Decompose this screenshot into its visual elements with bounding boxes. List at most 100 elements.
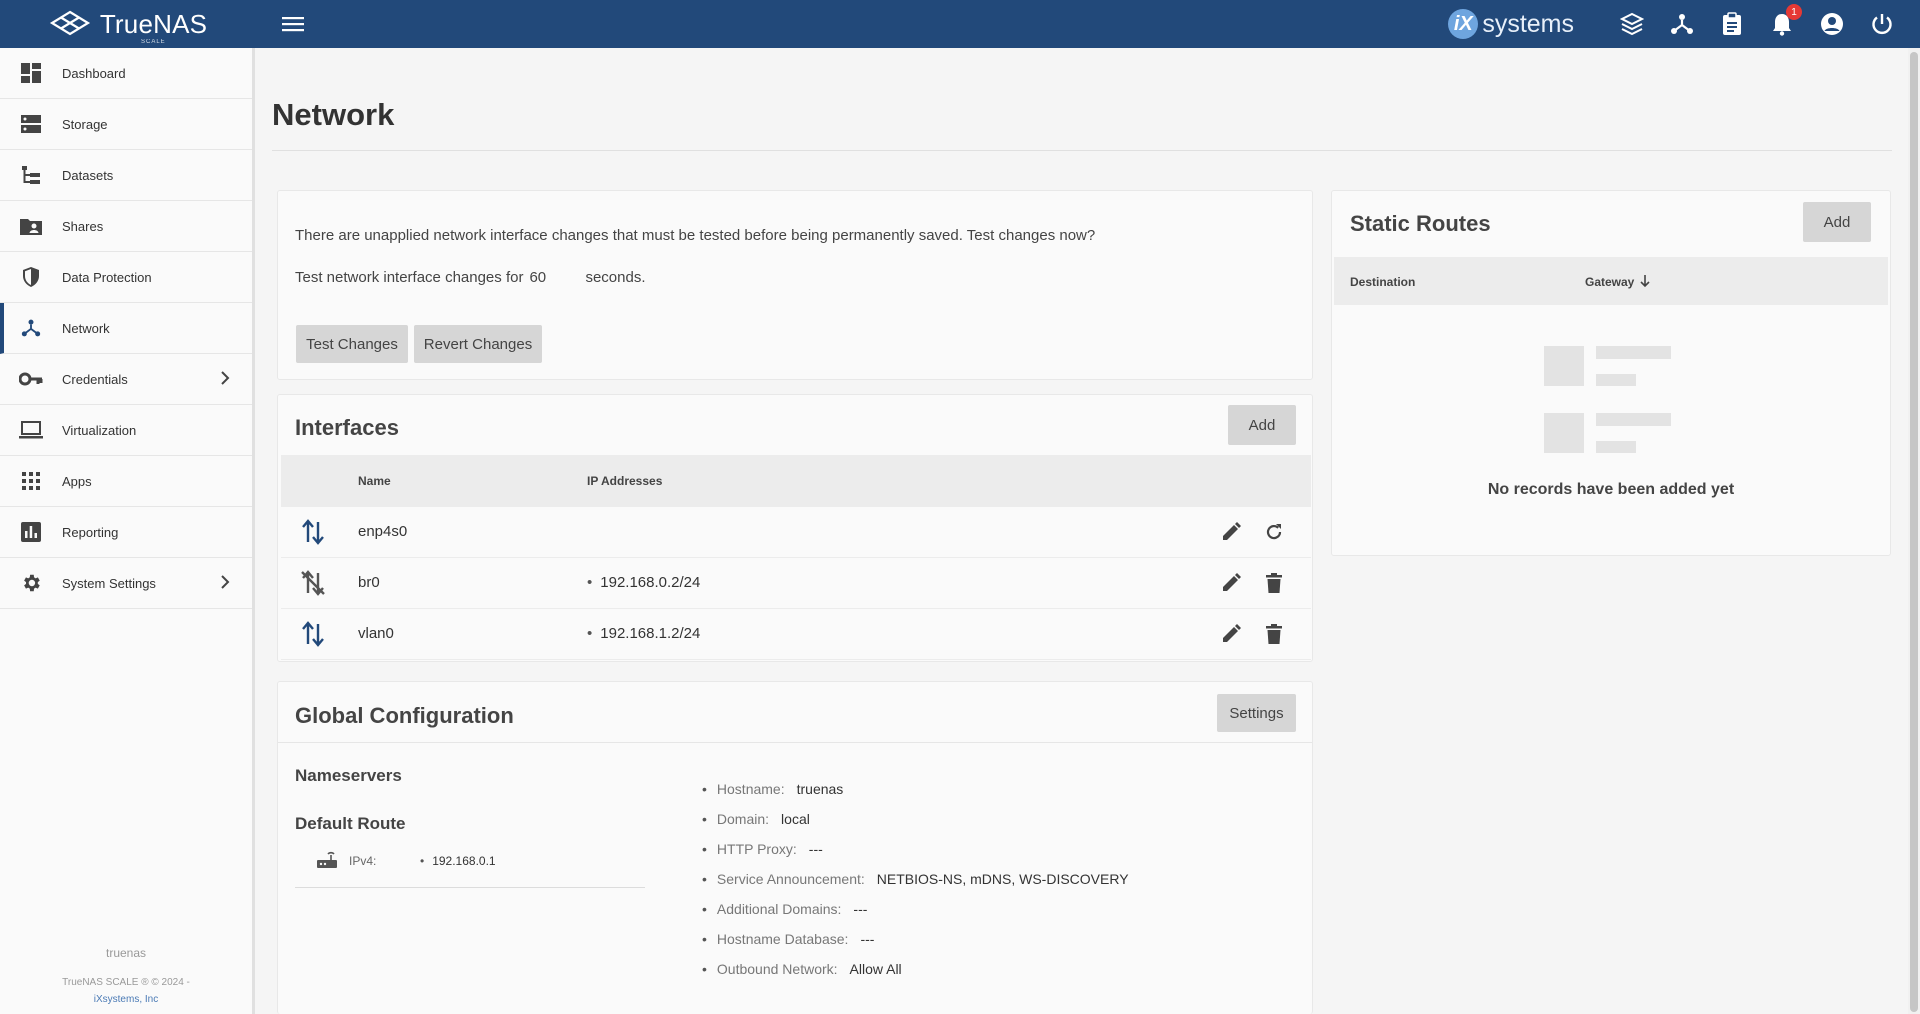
ipv4-label: IPv4:	[349, 854, 377, 868]
sidebar-item-storage[interactable]: Storage	[0, 99, 252, 150]
dashboard-icon	[0, 63, 62, 83]
nameservers-title: Nameservers	[295, 766, 402, 785]
test-duration-prefix: Test network interface changes for	[295, 269, 524, 286]
interface-name: br0	[358, 574, 380, 591]
ix-mark: iX	[1448, 9, 1479, 39]
hostname-value: truenas	[796, 781, 844, 797]
http-proxy-value: ---	[808, 841, 823, 857]
scrollbar-thumb[interactable]	[1910, 52, 1918, 1012]
edit-icon[interactable]	[1219, 520, 1243, 544]
link-up-icon	[301, 620, 325, 653]
default-route-row: IPv4: 192.168.0.1	[295, 848, 645, 888]
shares-icon	[0, 217, 62, 235]
revert-changes-button[interactable]: Revert Changes	[414, 325, 542, 363]
truecommand-button[interactable]	[1618, 10, 1646, 38]
storage-icon	[0, 114, 62, 134]
col-destination-header: Destination	[1350, 275, 1416, 289]
sidebar-footer: truenas TrueNAS SCALE ® © 2024 - iXsyste…	[0, 946, 252, 1008]
global-config-title: Global Configuration	[295, 703, 514, 728]
chevron-right-icon	[220, 370, 230, 391]
table-row[interactable]: br0 192.168.0.2/24	[281, 558, 1311, 609]
delete-icon[interactable]	[1262, 622, 1286, 646]
brand-sub: SCALE	[141, 38, 166, 45]
power-icon	[1872, 14, 1892, 35]
datasets-icon	[0, 165, 62, 185]
account-button[interactable]	[1818, 10, 1846, 38]
test-duration-input[interactable]: 60	[529, 269, 579, 286]
hostname-database-value: ---	[860, 931, 875, 947]
clipboard-icon	[1723, 12, 1741, 35]
service-announcement-value: NETBIOS-NS, mDNS, WS-DISCOVERY	[876, 871, 1129, 887]
sidebar-item-label: Apps	[62, 473, 92, 489]
additional-domains-item: Additional Domains: ---	[702, 901, 868, 917]
sidebar-item-datasets[interactable]: Datasets	[0, 150, 252, 201]
jobs-button[interactable]	[1718, 10, 1746, 38]
sidebar-item-label: System Settings	[62, 575, 156, 591]
col-name-header: Name	[358, 474, 391, 488]
ipv4-value: 192.168.0.1	[420, 854, 495, 868]
domain-key: Domain:	[716, 811, 770, 827]
footer-copyright: TrueNAS SCALE ® © 2024 -	[62, 977, 190, 988]
sidebar: Dashboard Storage Datasets Shares Data P…	[0, 48, 255, 1014]
interfaces-table-body: enp4s0 br0 192.168.0.2/24 vlan0 192.168.…	[281, 507, 1311, 661]
interface-name: vlan0	[358, 625, 394, 642]
menu-toggle-button[interactable]	[275, 6, 311, 42]
truenas-logo[interactable]: TrueNAS SCALE	[0, 8, 255, 45]
sidebar-item-label: Data Protection	[62, 269, 152, 285]
sidebar-item-data-protection[interactable]: Data Protection	[0, 252, 252, 303]
sidebar-item-label: Reporting	[62, 524, 119, 540]
gear-icon	[0, 572, 62, 594]
static-routes-card: Static Routes Add Destination Gateway No…	[1331, 190, 1891, 556]
add-static-route-button[interactable]: Add	[1803, 202, 1871, 242]
edit-icon[interactable]	[1219, 571, 1243, 595]
interfaces-title: Interfaces	[295, 415, 399, 440]
sidebar-item-label: Dashboard	[62, 65, 126, 81]
sidebar-item-apps[interactable]: Apps	[0, 456, 252, 507]
pending-changes-card: There are unapplied network interface ch…	[277, 190, 1313, 380]
edit-icon[interactable]	[1219, 622, 1243, 646]
footer-link[interactable]: iXsystems, Inc	[0, 991, 252, 1008]
sidebar-item-label: Storage	[62, 116, 108, 132]
sidebar-item-system-settings[interactable]: System Settings	[0, 558, 252, 609]
sidebar-item-label: Virtualization	[62, 422, 137, 438]
hamburger-icon	[282, 17, 304, 32]
additional-domains-value: ---	[853, 901, 868, 917]
settings-button[interactable]: Settings	[1217, 694, 1296, 732]
sidebar-item-network[interactable]: Network	[0, 303, 252, 354]
col-gateway-header[interactable]: Gateway	[1585, 275, 1634, 289]
ixsystems-logo[interactable]: iX systems	[1448, 9, 1574, 39]
link-down-icon	[301, 569, 325, 602]
empty-placeholder-graphic	[1544, 346, 1679, 456]
truecommand-icon	[1620, 12, 1644, 36]
sidebar-item-virtualization[interactable]: Virtualization	[0, 405, 252, 456]
hostname-database-item: Hostname Database: ---	[702, 931, 875, 947]
test-changes-button[interactable]: Test Changes	[296, 325, 408, 363]
notifications-button[interactable]: 1	[1768, 4, 1802, 38]
sidebar-item-shares[interactable]: Shares	[0, 201, 252, 252]
sidebar-item-label: Datasets	[62, 167, 114, 183]
directory-services-button[interactable]	[1668, 10, 1696, 38]
service-announcement-key: Service Announcement:	[716, 871, 865, 887]
sidebar-item-credentials[interactable]: Credentials	[0, 354, 252, 405]
default-route-title: Default Route	[295, 814, 406, 833]
static-routes-title: Static Routes	[1350, 211, 1491, 236]
outbound-network-value: Allow All	[849, 961, 902, 977]
outbound-network-key: Outbound Network:	[716, 961, 838, 977]
reset-icon[interactable]	[1262, 520, 1286, 544]
pending-message: There are unapplied network interface ch…	[295, 227, 1096, 244]
table-row[interactable]: enp4s0	[281, 507, 1311, 558]
sidebar-item-dashboard[interactable]: Dashboard	[0, 48, 252, 99]
http-proxy-item: HTTP Proxy: ---	[702, 841, 823, 857]
table-row[interactable]: vlan0 192.168.1.2/24	[281, 609, 1311, 660]
brand-name: TrueNAS	[99, 8, 208, 39]
arrow-down-icon	[1640, 274, 1650, 293]
domain-value: local	[781, 811, 810, 827]
power-button[interactable]	[1868, 10, 1896, 38]
apps-icon	[0, 472, 62, 490]
delete-icon[interactable]	[1262, 571, 1286, 595]
interfaces-card: Interfaces Add Name IP Addresses enp4s0 …	[277, 394, 1313, 662]
sidebar-item-reporting[interactable]: Reporting	[0, 507, 252, 558]
account-circle-icon	[1821, 13, 1843, 35]
reporting-icon	[0, 522, 62, 542]
add-interface-button[interactable]: Add	[1228, 405, 1296, 445]
